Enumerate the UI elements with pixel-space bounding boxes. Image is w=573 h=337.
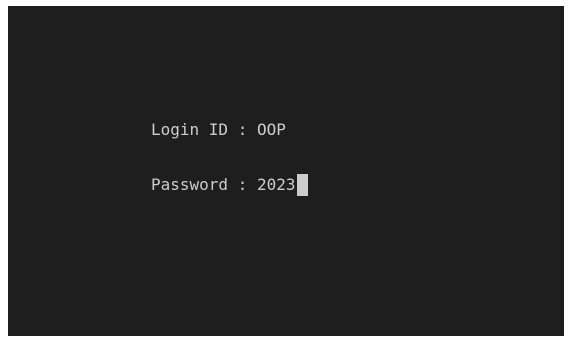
- password-value: 2023: [256, 175, 296, 194]
- password-label: Password: [151, 175, 229, 194]
- login-id-line: Login ID : OOP: [151, 119, 286, 141]
- page: Login ID : OOP Password : 2023: [0, 0, 573, 337]
- login-id-label: Login ID: [151, 120, 229, 139]
- login-id-separator: :: [228, 120, 257, 139]
- password-separator: :: [228, 175, 257, 194]
- password-line: Password : 2023: [151, 174, 308, 196]
- terminal-window[interactable]: Login ID : OOP Password : 2023: [8, 6, 564, 336]
- text-cursor: [296, 174, 308, 196]
- login-id-value: OOP: [256, 120, 286, 139]
